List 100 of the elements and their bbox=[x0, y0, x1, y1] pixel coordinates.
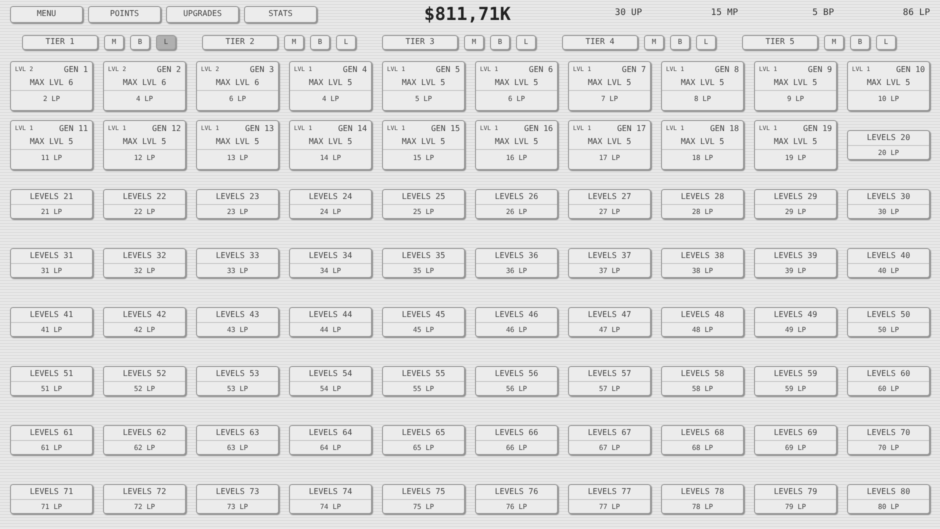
generator-name: GEN 6 bbox=[528, 64, 553, 76]
levels-title: LEVELS 68 bbox=[680, 426, 726, 438]
levels-title: LEVELS 78 bbox=[680, 486, 726, 498]
levels-title: LEVELS 45 bbox=[400, 308, 446, 320]
levels-title: LEVELS 75 bbox=[400, 486, 446, 498]
max-level-label: MAX LVL 5 bbox=[494, 76, 540, 88]
max-level-label: MAX LVL 5 bbox=[28, 136, 74, 148]
max-level-label: MAX LVL 5 bbox=[586, 136, 632, 148]
generator-name: GEN 9 bbox=[808, 64, 832, 76]
levels-title: LEVELS 36 bbox=[494, 250, 540, 262]
menu-tab[interactable]: POINTS bbox=[88, 6, 161, 22]
levels-title: LEVELS 58 bbox=[680, 368, 726, 380]
levels-title: LEVELS 29 bbox=[772, 190, 818, 202]
menu-tab[interactable]: UPGRADES bbox=[166, 6, 239, 22]
levels-title: LEVELS 61 bbox=[28, 426, 74, 438]
levels-title: LEVELS 60 bbox=[866, 368, 912, 380]
max-level-label: MAX LVL 5 bbox=[494, 136, 540, 148]
max-level-label: MAX LVL 5 bbox=[772, 76, 818, 88]
levels-title: LEVELS 56 bbox=[494, 368, 540, 380]
max-level-label: MAX LVL 5 bbox=[308, 76, 354, 88]
levels-title: LEVELS 63 bbox=[214, 426, 260, 438]
generator-name: GEN 11 bbox=[59, 122, 88, 134]
levels-title: LEVELS 53 bbox=[214, 368, 260, 380]
levels-title: LEVELS 24 bbox=[308, 190, 354, 202]
menu-tab[interactable]: STATS bbox=[244, 6, 317, 22]
points-counter: 15 MP bbox=[710, 7, 738, 20]
levels-title: LEVELS 76 bbox=[494, 486, 540, 498]
levels-title: LEVELS 51 bbox=[28, 368, 74, 380]
levels-title: LEVELS 77 bbox=[586, 486, 632, 498]
levels-title: LEVELS 42 bbox=[122, 308, 168, 320]
levels-title: LEVELS 69 bbox=[772, 426, 818, 438]
levels-title: LEVELS 73 bbox=[214, 486, 260, 498]
generator-name: GEN 2 bbox=[156, 64, 181, 76]
levels-title: LEVELS 47 bbox=[586, 308, 632, 320]
levels-title: LEVELS 26 bbox=[494, 190, 540, 202]
menu-tab[interactable]: MENU bbox=[10, 6, 83, 22]
levels-title: LEVELS 46 bbox=[494, 308, 540, 320]
generator-name: GEN 17 bbox=[617, 122, 646, 134]
tier-button[interactable]: TIER 4 bbox=[562, 34, 638, 50]
max-level-label: MAX LVL 5 bbox=[308, 136, 354, 148]
levels-title: LEVELS 62 bbox=[122, 426, 168, 438]
generator-name: GEN 7 bbox=[622, 64, 646, 76]
levels-title: LEVELS 72 bbox=[122, 486, 168, 498]
max-level-label: MAX LVL 5 bbox=[400, 136, 446, 148]
generator-name: GEN 1 bbox=[64, 64, 88, 76]
generator-name: GEN 13 bbox=[245, 122, 274, 134]
max-level-label: MAX LVL 5 bbox=[586, 76, 632, 88]
max-level-label: MAX LVL 5 bbox=[680, 136, 726, 148]
money-counter: $811,71K bbox=[424, 2, 511, 26]
max-level-label: MAX LVL 5 bbox=[214, 136, 260, 148]
levels-title: LEVELS 32 bbox=[122, 250, 168, 262]
levels-title: LEVELS 40 bbox=[866, 250, 912, 262]
levels-title: LEVELS 33 bbox=[214, 250, 260, 262]
levels-title: LEVELS 52 bbox=[122, 368, 168, 380]
generator-name: GEN 18 bbox=[710, 122, 739, 134]
generator-name: GEN 4 bbox=[342, 64, 367, 76]
levels-title: LEVELS 80 bbox=[866, 486, 912, 498]
tier-button[interactable]: TIER 3 bbox=[382, 34, 458, 50]
levels-title: LEVELS 49 bbox=[772, 308, 818, 320]
levels-title: LEVELS 74 bbox=[308, 486, 354, 498]
levels-title: LEVELS 27 bbox=[586, 190, 632, 202]
generator-name: GEN 16 bbox=[524, 122, 553, 134]
levels-title: LEVELS 67 bbox=[586, 426, 632, 438]
levels-title: LEVELS 28 bbox=[680, 190, 726, 202]
max-level-label: MAX LVL 5 bbox=[772, 136, 818, 148]
generator-name: GEN 3 bbox=[250, 64, 274, 76]
levels-title: LEVELS 79 bbox=[772, 486, 818, 498]
points-counter: 86 LP bbox=[902, 7, 930, 20]
tier-button[interactable]: TIER 1 bbox=[22, 34, 98, 50]
max-level-label: MAX LVL 6 bbox=[214, 76, 260, 88]
levels-title: LEVELS 25 bbox=[400, 190, 446, 202]
levels-title: LEVELS 59 bbox=[772, 368, 818, 380]
generator-name: GEN 15 bbox=[431, 122, 460, 134]
generator-name: GEN 19 bbox=[803, 122, 832, 134]
levels-title: LEVELS 37 bbox=[586, 250, 632, 262]
levels-title: LEVELS 66 bbox=[494, 426, 540, 438]
generator-name: GEN 10 bbox=[896, 64, 925, 76]
generator-name: GEN 5 bbox=[436, 64, 460, 76]
max-level-label: MAX LVL 5 bbox=[400, 76, 446, 88]
generator-name: GEN 12 bbox=[152, 122, 181, 134]
levels-title: LEVELS 64 bbox=[308, 426, 354, 438]
points-counter: 5 BP bbox=[811, 7, 834, 20]
levels-title: LEVELS 41 bbox=[28, 308, 74, 320]
levels-title: LEVELS 38 bbox=[680, 250, 726, 262]
levels-title: LEVELS 20 bbox=[866, 132, 912, 144]
tier-button[interactable]: TIER 2 bbox=[202, 34, 278, 50]
levels-title: LEVELS 65 bbox=[400, 426, 446, 438]
max-level-label: MAX LVL 5 bbox=[122, 136, 168, 148]
levels-title: LEVELS 55 bbox=[400, 368, 446, 380]
points-counter: 30 UP bbox=[614, 7, 642, 20]
max-level-label: MAX LVL 5 bbox=[680, 76, 726, 88]
levels-title: LEVELS 54 bbox=[308, 368, 354, 380]
levels-title: LEVELS 30 bbox=[866, 190, 912, 202]
levels-title: LEVELS 48 bbox=[680, 308, 726, 320]
tier-button[interactable]: TIER 5 bbox=[742, 34, 818, 50]
levels-title: LEVELS 34 bbox=[308, 250, 354, 262]
levels-title: LEVELS 50 bbox=[866, 308, 912, 320]
levels-title: LEVELS 21 bbox=[28, 190, 74, 202]
generator-name: GEN 8 bbox=[714, 64, 739, 76]
levels-title: LEVELS 44 bbox=[308, 308, 354, 320]
